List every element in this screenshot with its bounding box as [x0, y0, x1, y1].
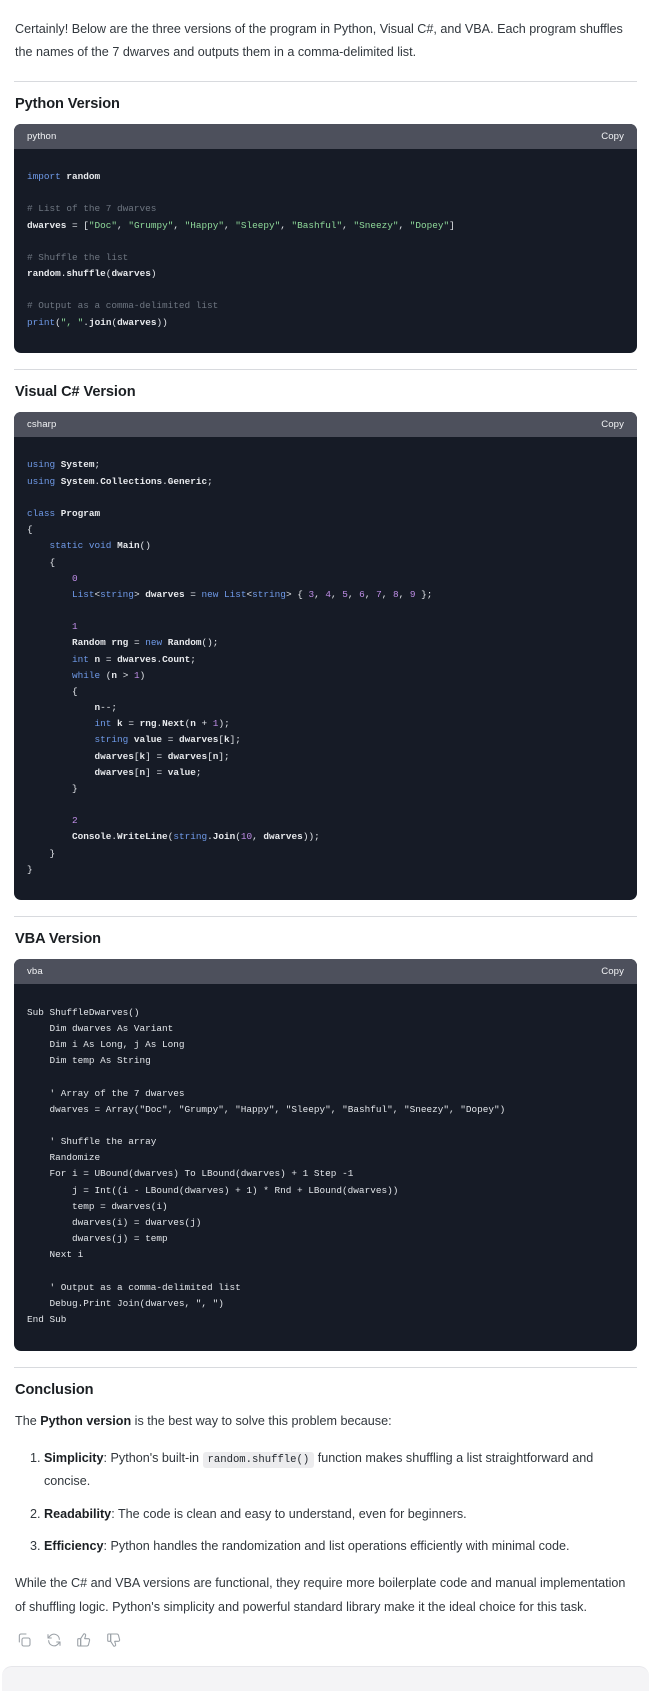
composer-strip — [2, 1665, 649, 1691]
conclusion-lead-prefix: The — [15, 1413, 41, 1428]
regenerate-icon[interactable] — [46, 1632, 62, 1648]
reason-term: Efficiency — [44, 1539, 104, 1554]
section-title-conclusion: Conclusion — [15, 1381, 94, 1398]
section-title-csharp: Visual C# Version — [15, 384, 136, 401]
divider — [14, 369, 637, 371]
section-title-python: Python Version — [15, 95, 120, 112]
reasons-list: Simplicity: Python's built-in random.shu… — [14, 1447, 637, 1558]
code-block-python: python Copy import random # List of the … — [14, 123, 637, 354]
intro-paragraph: Certainly! Below are the three versions … — [15, 22, 623, 60]
code-language-label: vba — [27, 966, 43, 978]
code-language-label: python — [27, 130, 57, 142]
conclusion-closing: While the C# and VBA versions are functi… — [15, 1576, 626, 1614]
code-content-csharp[interactable]: using System; using System.Collections.G… — [14, 446, 637, 890]
list-item: Readability: The code is clean and easy … — [44, 1503, 637, 1526]
copy-button-python[interactable]: Copy — [601, 131, 624, 142]
list-item: Efficiency: Python handles the randomiza… — [44, 1535, 637, 1558]
code-language-label: csharp — [27, 419, 57, 431]
message-actions — [16, 1632, 637, 1666]
code-content-vba[interactable]: Sub ShuffleDwarves() Dim dwarves As Vari… — [14, 994, 637, 1341]
code-block-csharp: csharp Copy using System; using System.C… — [14, 412, 637, 901]
divider — [14, 916, 637, 918]
reason-term: Readability — [44, 1506, 112, 1521]
conclusion-lead-bold: Python version — [40, 1413, 132, 1428]
code-header-python: python Copy — [14, 123, 637, 149]
code-block-vba: vba Copy Sub ShuffleDwarves() Dim dwarve… — [14, 959, 637, 1351]
copy-icon[interactable] — [16, 1632, 32, 1648]
thumbs-down-icon[interactable] — [106, 1632, 122, 1648]
assistant-message: Certainly! Below are the three versions … — [0, 0, 651, 1666]
code-header-vba: vba Copy — [14, 959, 637, 985]
reason-text-before: : Python's built-in — [103, 1450, 203, 1465]
divider — [14, 80, 637, 82]
conclusion-lead: The Python version is the best way to so… — [15, 1410, 637, 1433]
reason-text-before: : Python handles the randomization and l… — [103, 1539, 570, 1554]
copy-button-vba[interactable]: Copy — [601, 966, 624, 977]
copy-button-csharp[interactable]: Copy — [601, 419, 624, 430]
reason-term: Simplicity — [44, 1450, 104, 1465]
code-header-csharp: csharp Copy — [14, 412, 637, 438]
code-content-python[interactable]: import random # List of the 7 dwarves dw… — [14, 158, 637, 344]
list-item: Simplicity: Python's built-in random.shu… — [44, 1447, 637, 1494]
reason-text-before: : The code is clean and easy to understa… — [111, 1506, 467, 1521]
divider — [14, 1366, 637, 1368]
conclusion-lead-suffix: is the best way to solve this problem be… — [131, 1413, 392, 1428]
thumbs-up-icon[interactable] — [76, 1632, 92, 1648]
section-title-vba: VBA Version — [15, 931, 101, 948]
inline-code: random.shuffle() — [202, 1451, 315, 1468]
